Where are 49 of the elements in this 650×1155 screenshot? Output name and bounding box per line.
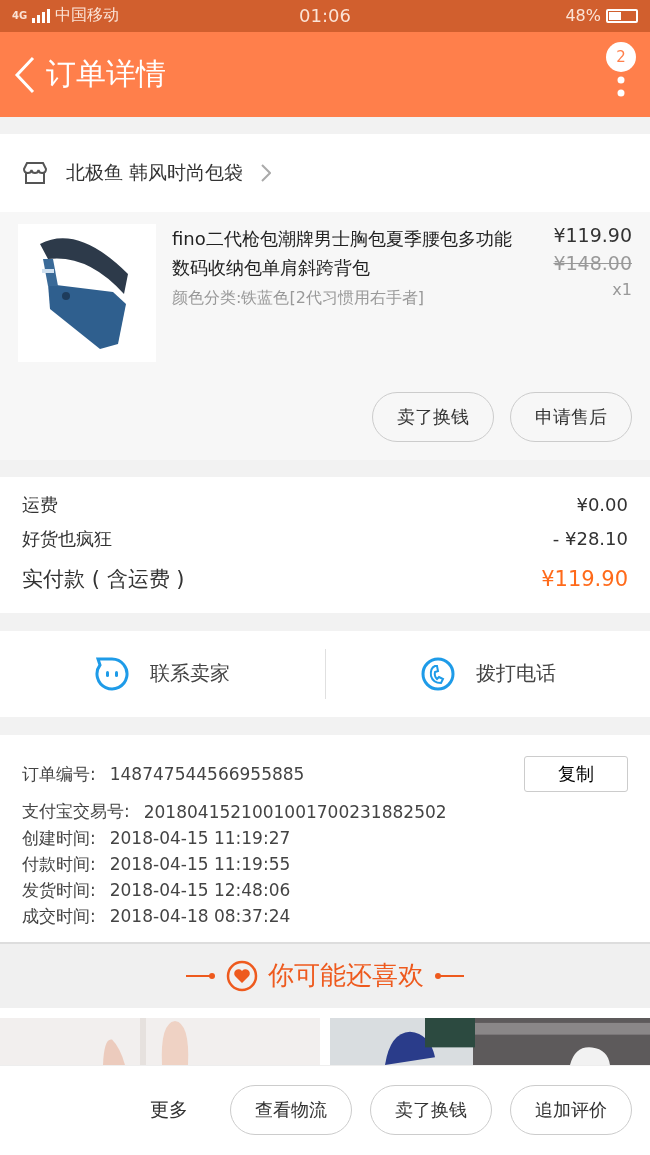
- order-action-button[interactable]: 查看物流: [230, 1085, 352, 1136]
- original-price: ¥148.00: [553, 251, 632, 274]
- product-action-button[interactable]: 卖了换钱: [372, 391, 494, 442]
- info-label: 付款时间:: [22, 852, 96, 876]
- chat-bubble-icon: [94, 655, 131, 692]
- signal-icon: [32, 8, 51, 23]
- divider-ornament-icon: [186, 971, 216, 980]
- phone-icon: [419, 655, 456, 692]
- product-action-button[interactable]: 申请售后: [510, 391, 632, 442]
- info-label: 成交时间:: [22, 904, 96, 928]
- info-label: 发货时间:: [22, 878, 96, 902]
- divider-ornament-icon: [434, 971, 464, 980]
- product-variant: 颜色分类:铁蓝色[2代习惯用右手者]: [172, 287, 426, 309]
- shop-name[interactable]: 北极鱼 韩风时尚包袋: [66, 159, 244, 186]
- shop-icon: [22, 160, 48, 185]
- battery-icon: [606, 8, 638, 23]
- fee-label: 运费: [22, 492, 58, 517]
- info-value: 148747544566955885: [109, 764, 305, 785]
- fee-amount: ¥0.00: [576, 494, 628, 516]
- chevron-right-icon: [261, 163, 272, 182]
- info-label: 创建时间:: [22, 826, 96, 850]
- info-label: 订单编号:: [22, 762, 96, 786]
- back-icon[interactable]: [14, 55, 36, 94]
- shop-row[interactable]: 北极鱼 韩风时尚包袋: [0, 134, 650, 212]
- info-value: 2018-04-15 12:48:06: [109, 880, 291, 901]
- clock: 01:06: [299, 5, 351, 27]
- more-button[interactable]: 更多: [144, 1096, 194, 1125]
- battery-percent: 48%: [565, 6, 601, 26]
- product-title[interactable]: fino二代枪包潮牌男士胸包夏季腰包多功能数码收纳包单肩斜跨背包: [172, 223, 524, 282]
- page-title: 订单详情: [46, 55, 167, 94]
- order-action-button[interactable]: 追加评价: [510, 1085, 632, 1136]
- fee-label: 实付款 ( 含运费 ): [22, 565, 185, 593]
- product-price: ¥119.90: [553, 223, 632, 246]
- fee-amount: ¥119.90: [541, 566, 628, 591]
- info-value: 2018-04-15 11:19:55: [109, 854, 291, 875]
- copy-button[interactable]: 复制: [524, 756, 628, 793]
- order-action-button[interactable]: 卖了换钱: [370, 1085, 492, 1136]
- info-value: 2018-04-15 11:19:27: [109, 828, 291, 849]
- section-title: 你可能还喜欢: [268, 959, 424, 993]
- info-value: 2018041521001001700231882502: [143, 801, 447, 822]
- info-value: 2018-04-18 08:37:24: [109, 906, 291, 927]
- network-indicator: 4G: [12, 10, 28, 22]
- carrier-name: 中国移动: [55, 5, 120, 27]
- quantity: x1: [612, 279, 632, 299]
- fee-label: 好货也疯狂: [22, 526, 112, 551]
- info-label: 支付宝交易号:: [22, 800, 130, 824]
- notification-badge: 2: [606, 41, 636, 72]
- more-icon[interactable]: [617, 75, 625, 98]
- fee-amount: - ¥28.10: [552, 528, 628, 550]
